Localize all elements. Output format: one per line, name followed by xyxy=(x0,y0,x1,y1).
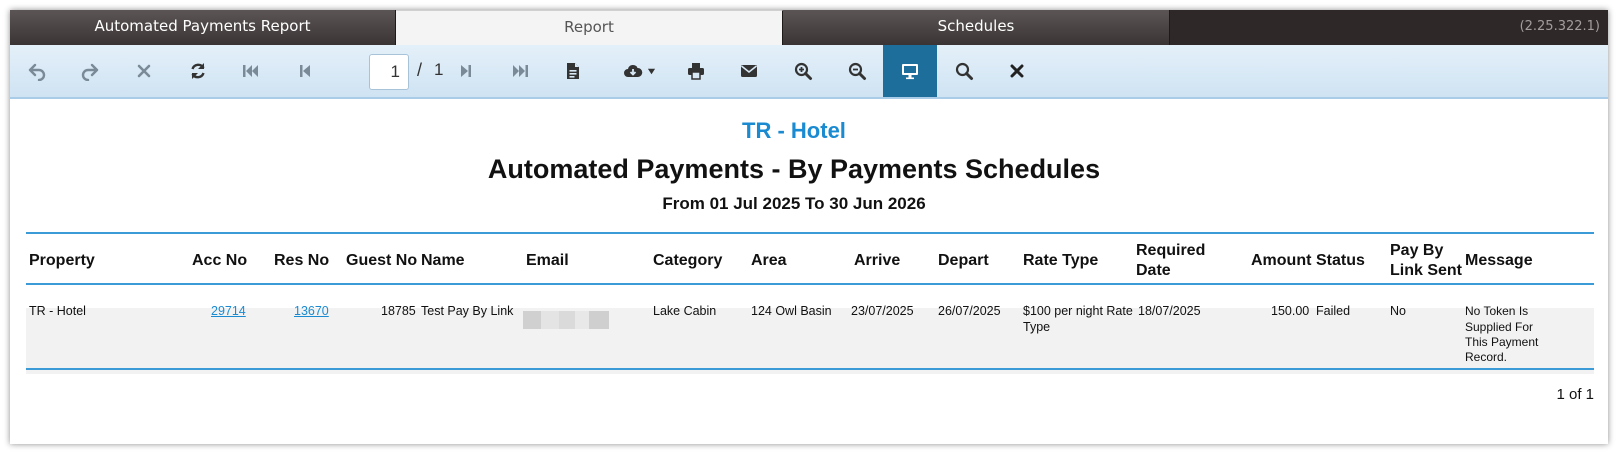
report-property-name: TR - Hotel xyxy=(742,118,846,143)
next-page-button[interactable] xyxy=(439,45,493,97)
envelope-icon xyxy=(741,65,757,77)
view-mode-button[interactable] xyxy=(883,45,937,97)
cloud-download-icon xyxy=(623,64,642,77)
cell-status: Failed xyxy=(1316,304,1351,318)
print-icon xyxy=(688,63,704,80)
cell-message-line3: This Payment xyxy=(1465,335,1539,349)
cell-name: Test Pay By Link xyxy=(421,304,514,318)
cell-arrive: 23/07/2025 xyxy=(851,304,914,318)
tab-bar: Automated Payments Report Report Schedul… xyxy=(10,10,1608,45)
email-button[interactable] xyxy=(722,45,776,97)
cell-guest-no: 18785 xyxy=(381,304,416,318)
col-header-guest-no: Guest No xyxy=(346,252,418,269)
col-header-acc-no: Acc No xyxy=(192,252,248,269)
zoom-in-button[interactable] xyxy=(776,45,830,97)
first-page-button[interactable] xyxy=(224,45,278,97)
table-header-bottom-rule xyxy=(26,283,1594,285)
zoom-out-icon xyxy=(848,62,866,80)
col-header-amount: Amount xyxy=(1251,252,1312,269)
undo-button[interactable] xyxy=(10,45,64,97)
page-number-input[interactable] xyxy=(369,54,409,90)
tab-report[interactable]: Report xyxy=(396,10,783,45)
tab-automated-payments-report[interactable]: Automated Payments Report xyxy=(10,10,396,45)
cell-pay-by-link-sent: No xyxy=(1390,304,1406,318)
col-header-status: Status xyxy=(1316,252,1365,269)
col-header-message: Message xyxy=(1465,252,1533,269)
col-header-depart: Depart xyxy=(938,252,989,269)
col-header-area: Area xyxy=(751,252,787,269)
cell-rate-type-line1: $100 per night Rate xyxy=(1023,304,1133,318)
col-header-rate-type: Rate Type xyxy=(1023,252,1099,269)
previous-page-button[interactable] xyxy=(278,45,332,97)
cell-depart: 26/07/2025 xyxy=(938,304,1001,318)
report-toolbar: / 1 xyxy=(10,45,1608,99)
redo-icon xyxy=(81,63,99,81)
chevron-down-icon xyxy=(647,68,655,74)
cell-message-line2: Supplied For xyxy=(1465,320,1534,334)
search-icon xyxy=(955,62,973,80)
cell-amount: 150.00 xyxy=(1271,304,1310,318)
cell-res-no: 13670 xyxy=(294,303,329,319)
res-no-link[interactable]: 13670 xyxy=(294,304,329,318)
table-header-top-rule xyxy=(26,232,1594,234)
export-button[interactable] xyxy=(607,45,671,97)
document-button[interactable] xyxy=(546,45,600,97)
table-bottom-rule xyxy=(26,368,1594,370)
cell-email-redacted xyxy=(523,311,609,329)
document-icon xyxy=(567,63,579,79)
close-icon xyxy=(137,64,151,78)
zoom-in-icon xyxy=(794,62,812,80)
close-icon xyxy=(1010,64,1024,78)
cell-category: Lake Cabin xyxy=(653,304,717,318)
col-header-required-date-line1: Required xyxy=(1136,242,1206,259)
first-page-icon xyxy=(243,65,258,77)
col-header-pay-by-link-line1: Pay By xyxy=(1390,242,1444,259)
cell-required-date: 18/07/2025 xyxy=(1138,304,1201,318)
zoom-out-button[interactable] xyxy=(830,45,884,97)
cell-acc-no: 29714 xyxy=(211,303,246,319)
report-title: Automated Payments - By Payments Schedul… xyxy=(487,154,1101,184)
refresh-icon xyxy=(191,63,205,79)
col-header-name: Name xyxy=(421,252,465,269)
cell-area: 124 Owl Basin xyxy=(751,304,832,318)
acc-no-link[interactable]: 29714 xyxy=(211,304,246,318)
undo-icon xyxy=(28,63,46,81)
search-button[interactable] xyxy=(937,45,991,97)
page-indicator: 1 of 1 xyxy=(1556,386,1594,403)
cell-message-line4: Record. xyxy=(1465,350,1508,364)
col-header-category: Category xyxy=(653,252,723,269)
redo-button[interactable] xyxy=(63,45,117,97)
col-header-required-date-line2: Date xyxy=(1136,262,1171,279)
refresh-button[interactable] xyxy=(171,45,225,97)
col-header-property: Property xyxy=(29,252,95,269)
report-body: TR - Hotel Automated Payments - By Payme… xyxy=(10,101,1608,444)
report-window: Automated Payments Report Report Schedul… xyxy=(10,10,1608,444)
cell-message-line1: No Token Is xyxy=(1465,304,1529,318)
previous-page-icon xyxy=(300,65,310,77)
print-button[interactable] xyxy=(669,45,723,97)
col-header-pay-by-link-line2: Link Sent xyxy=(1390,262,1463,279)
col-header-res-no: Res No xyxy=(274,252,330,269)
cell-rate-type-line2: Type xyxy=(1023,320,1051,334)
next-page-icon xyxy=(461,65,471,77)
report-date-range: From 01 Jul 2025 To 30 Jun 2026 xyxy=(662,194,926,213)
col-header-email: Email xyxy=(526,252,569,269)
close-report-button[interactable] xyxy=(990,45,1044,97)
last-page-icon xyxy=(513,65,528,77)
tab-schedules[interactable]: Schedules xyxy=(783,10,1170,45)
monitor-icon xyxy=(902,64,918,80)
cell-property: TR - Hotel xyxy=(29,304,86,318)
version-label: (2.25.322.1) xyxy=(1519,19,1600,34)
cancel-button[interactable] xyxy=(117,45,171,97)
page-separator: / xyxy=(417,60,423,80)
col-header-arrive: Arrive xyxy=(854,252,901,269)
last-page-button[interactable] xyxy=(493,45,547,97)
